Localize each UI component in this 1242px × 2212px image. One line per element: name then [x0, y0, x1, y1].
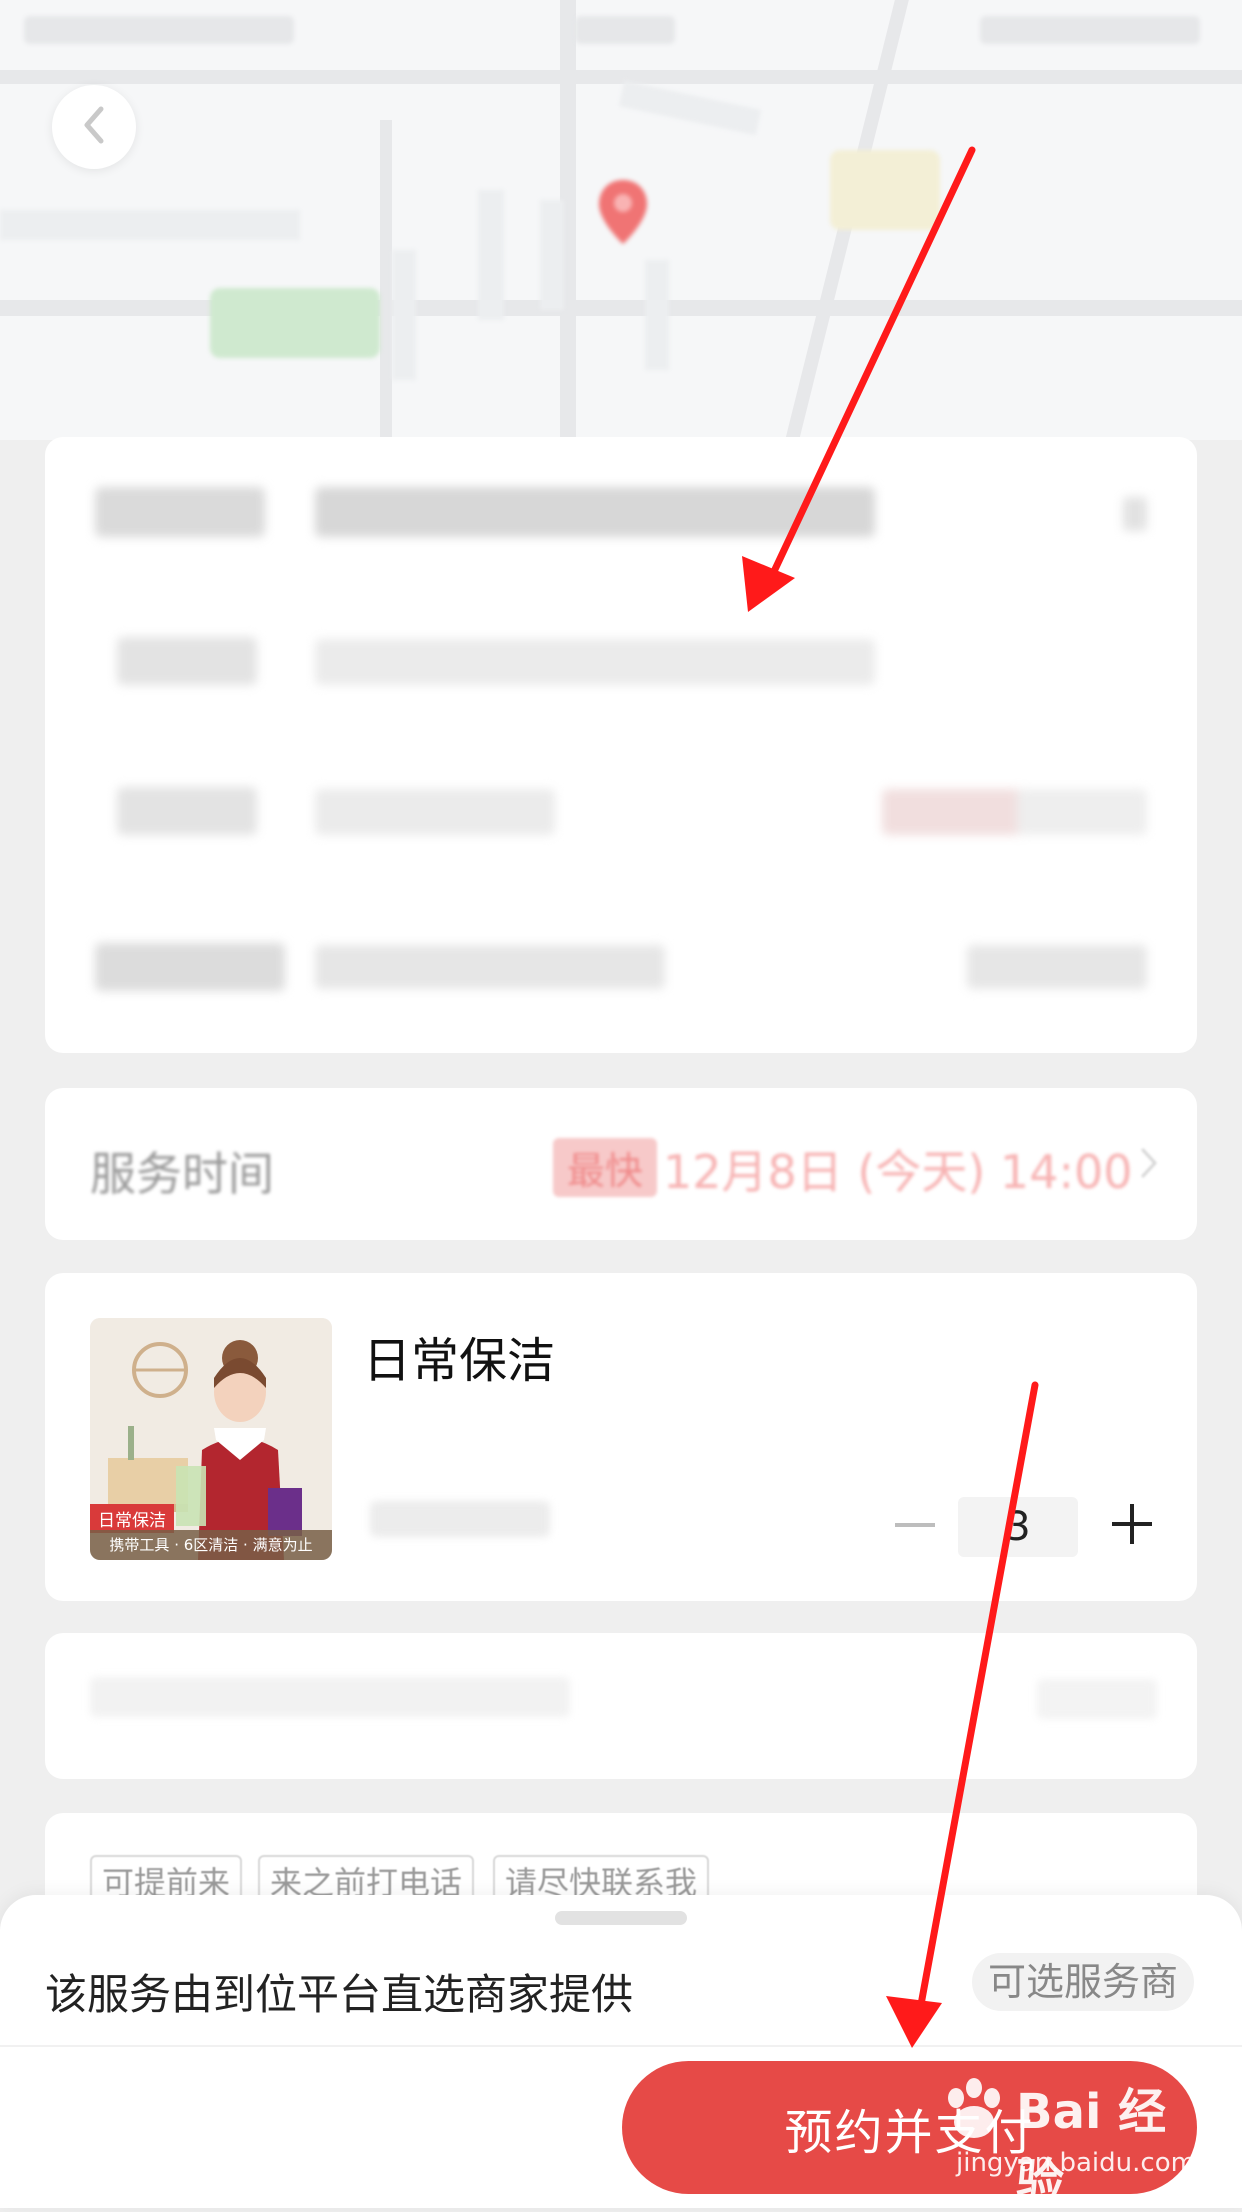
coupon-label — [90, 1677, 570, 1728]
decrease-quantity-button[interactable] — [887, 1495, 943, 1551]
service-time-card[interactable]: 服务时间 最快 12月8日 (今天) 14:00 — [45, 1088, 1197, 1240]
fastest-badge: 最快 — [553, 1138, 658, 1197]
address-card — [45, 437, 1197, 1053]
sheet-handle[interactable] — [555, 1911, 687, 1925]
increase-quantity-button[interactable] — [1095, 1489, 1169, 1563]
service-time-label: 服务时间 — [90, 1147, 274, 1201]
divider — [0, 2045, 1242, 2047]
status-bar — [0, 0, 1242, 60]
service-image-desc: 携带工具 · 6区清洁 · 满意为止 — [90, 1530, 332, 1560]
back-button[interactable] — [52, 85, 136, 169]
watermark-text: Bai 经验 — [1016, 2084, 1167, 2210]
service-image-tag: 日常保洁 — [90, 1504, 174, 1533]
chevron-left-icon — [79, 105, 109, 149]
coupon-value — [1037, 1679, 1157, 1729]
plus-icon — [1112, 1504, 1152, 1548]
door-number-row[interactable] — [45, 587, 1197, 737]
service-title: 日常保洁 — [363, 1333, 556, 1389]
provider-text: 该服务由到位平台直选商家提供 — [45, 1970, 634, 2019]
address-row[interactable] — [45, 437, 1197, 587]
watermark-url: jingyan.baidu.com — [956, 2148, 1196, 2178]
quantity-field[interactable]: 3 — [958, 1497, 1078, 1557]
chevron-right-icon — [1139, 1146, 1159, 1184]
paw-logo-icon — [940, 2078, 1010, 2148]
service-time-value: 12月8日 (今天) 14:00 — [663, 1145, 1133, 1199]
map-pin-icon — [596, 178, 650, 248]
select-provider-button[interactable]: 可选服务商 — [971, 1953, 1194, 2011]
service-image: 日常保洁 携带工具 · 6区清洁 · 满意为止 — [90, 1318, 332, 1560]
service-item-card: 日常保洁 携带工具 · 6区清洁 · 满意为止 日常保洁 3 — [45, 1273, 1197, 1601]
service-price — [370, 1501, 550, 1547]
contact-row[interactable] — [45, 737, 1197, 887]
watermark: Bai 经验 jingyan.baidu.com — [946, 2072, 1196, 2210]
minus-icon — [895, 1514, 935, 1533]
coupon-card[interactable] — [45, 1633, 1197, 1779]
phone-row[interactable] — [45, 887, 1197, 1037]
